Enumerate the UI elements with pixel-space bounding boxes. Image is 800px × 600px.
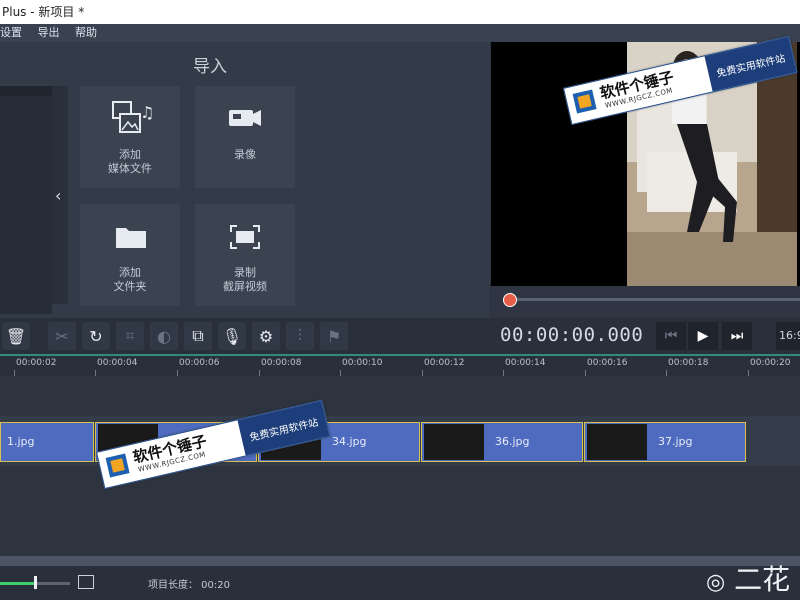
svg-text:♫: ♫ — [140, 103, 154, 122]
go-to-end-button[interactable]: ⏭ — [722, 322, 752, 350]
ruler-tick-label: 00:00:16 — [587, 358, 628, 368]
window-title: Plus - 新项目 * — [2, 5, 85, 19]
timecode-display: 00:00:00.000 — [500, 324, 644, 346]
timeline-scrollbar[interactable] — [0, 556, 800, 566]
file-list-panel[interactable] — [0, 86, 52, 314]
camera-icon — [229, 110, 261, 126]
status-bar — [0, 566, 800, 600]
skip-back-icon: ⏮ — [664, 328, 678, 344]
clip-label: 1.jpg — [7, 435, 35, 448]
ruler-tick-label: 00:00:08 — [261, 358, 302, 368]
watermark-logo-icon — [105, 453, 130, 478]
clip-label: 36.jpg — [495, 435, 530, 448]
menu-settings[interactable]: 设置 — [0, 24, 22, 42]
scrubber-area — [491, 286, 800, 318]
tile-label-2: 截屏视频 — [223, 280, 267, 293]
add-media-files-button[interactable]: ♫ 添加 媒体文件 — [80, 86, 180, 188]
timeline-clip[interactable]: 1.jpg — [0, 422, 94, 462]
transition-button[interactable]: ⧉ — [184, 322, 212, 350]
timeline-clip[interactable]: 36.jpg — [421, 422, 583, 462]
clip-label: 34.jpg — [332, 435, 367, 448]
microphone-icon: 🎙 — [221, 326, 243, 346]
transition-icon: ⧉ — [192, 326, 204, 345]
add-folder-button[interactable]: 添加 文件夹 — [80, 204, 180, 306]
weibo-text: 二花 — [734, 563, 791, 596]
ruler-tick-label: 00:00:18 — [668, 358, 709, 368]
tile-label-2: 文件夹 — [113, 280, 147, 293]
weibo-watermark: ◎ 二花 — [706, 558, 800, 598]
go-to-start-button[interactable]: ⏮ — [656, 322, 686, 350]
menu-bar: 设置 导出 帮助 — [0, 24, 800, 42]
tile-label-1: 录制 — [234, 266, 256, 279]
cut-button[interactable]: ✂ — [48, 322, 76, 350]
screen-capture-icon — [230, 225, 260, 249]
scrubber-handle[interactable] — [503, 293, 517, 307]
skip-forward-icon: ⏭ — [730, 328, 744, 344]
ruler-tick-label: 00:00:02 — [16, 358, 57, 368]
menu-export[interactable]: 导出 — [38, 24, 60, 42]
project-length: 项目长度： 00:20 — [148, 580, 230, 591]
rotate-button[interactable]: ↻ — [82, 322, 110, 350]
import-title: 导入 — [193, 57, 227, 77]
ruler-tick-label: 00:00:06 — [179, 358, 220, 368]
film-icon[interactable] — [78, 575, 94, 589]
tile-label-1: 添加 — [119, 266, 141, 279]
crop-button[interactable]: ⌗ — [116, 322, 144, 350]
chevron-left-icon[interactable]: ‹ — [55, 186, 61, 205]
trash-icon: 🗑 — [5, 326, 27, 346]
record-video-button[interactable]: 录像 — [195, 86, 295, 188]
weibo-icon: ◎ — [706, 570, 726, 595]
clip-thumbnail — [424, 424, 484, 460]
tile-label-1: 添加 — [119, 148, 141, 161]
record-audio-button[interactable]: 🎙 — [218, 322, 246, 350]
folder-icon — [116, 228, 146, 248]
ruler-tick-label: 00:00:14 — [505, 358, 546, 368]
ruler-tick-label: 00:00:04 — [97, 358, 138, 368]
scissors-icon: ✂ — [55, 326, 69, 346]
timeline-clip[interactable]: 37.jpg — [584, 422, 746, 462]
delete-button[interactable]: 🗑 — [2, 322, 30, 350]
aspect-ratio-selector[interactable]: 16:9 — [776, 322, 800, 350]
zoom-slider-fill — [0, 582, 36, 585]
contrast-icon: ◐ — [157, 326, 171, 346]
ruler-tick-label: 00:00:20 — [750, 358, 791, 368]
tile-label-2: 媒体文件 — [108, 162, 152, 175]
marker-button[interactable]: ⚑ — [320, 322, 348, 350]
zoom-slider-handle[interactable] — [34, 576, 37, 589]
flag-icon: ⚑ — [326, 326, 342, 346]
scrubber-track[interactable] — [505, 298, 800, 301]
ruler-tick-label: 00:00:12 — [424, 358, 465, 368]
color-adjust-button[interactable]: ◐ — [150, 322, 178, 350]
play-icon: ▶ — [697, 328, 709, 344]
watermark-logo-icon — [572, 89, 597, 114]
media-files-icon: ♫ — [112, 101, 154, 133]
rotate-icon: ↻ — [89, 326, 103, 346]
menu-help[interactable]: 帮助 — [75, 24, 97, 42]
ruler-tick-label: 00:00:10 — [342, 358, 383, 368]
title-bar: Plus - 新项目 * — [0, 0, 800, 24]
play-button[interactable]: ▶ — [688, 322, 718, 350]
gear-icon: ⚙ — [258, 326, 274, 346]
record-screencast-button[interactable]: 录制 截屏视频 — [195, 204, 295, 306]
crop-icon: ⌗ — [125, 326, 135, 345]
equalizer-button[interactable]: ⫶ — [286, 322, 314, 350]
clip-label: 37.jpg — [658, 435, 693, 448]
tile-label-1: 录像 — [234, 148, 256, 161]
clip-properties-button[interactable]: ⚙ — [252, 322, 280, 350]
clip-thumbnail — [587, 424, 647, 460]
equalizer-icon: ⫶ — [297, 326, 302, 345]
